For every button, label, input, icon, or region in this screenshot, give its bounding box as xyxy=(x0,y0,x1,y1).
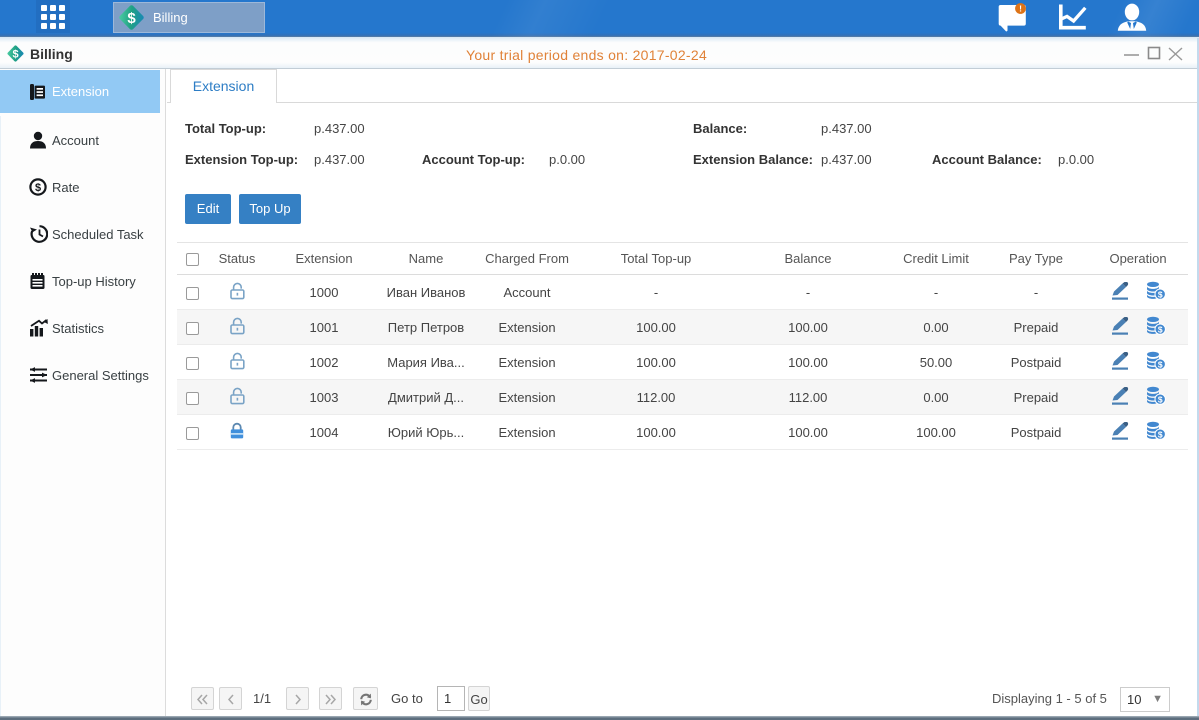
svg-text:$: $ xyxy=(12,49,18,61)
svg-text:$: $ xyxy=(127,10,136,27)
svg-text:$: $ xyxy=(1158,325,1163,335)
svg-text:$: $ xyxy=(35,182,41,194)
svg-text:$: $ xyxy=(1158,290,1163,300)
svg-text:$: $ xyxy=(1158,430,1163,440)
svg-text:!: ! xyxy=(1019,4,1022,14)
svg-text:$: $ xyxy=(1158,395,1163,405)
svg-text:$: $ xyxy=(1158,360,1163,370)
